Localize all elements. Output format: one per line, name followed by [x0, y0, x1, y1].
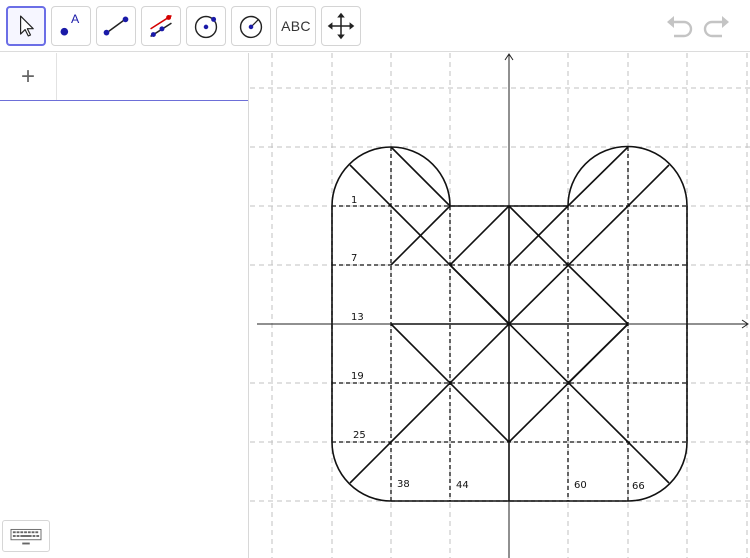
move-graphics-view-tool-button[interactable] [321, 6, 361, 46]
axes [257, 53, 749, 558]
point-tool-button[interactable]: A [51, 6, 91, 46]
circle-center-point-tool-button[interactable] [186, 6, 226, 46]
move-arrows-icon [327, 12, 355, 40]
add-item-button[interactable]: + [0, 53, 57, 100]
graphics-canvas[interactable]: 1 7 13 19 25 38 44 60 66 [250, 53, 750, 558]
label-44: 44 [456, 480, 469, 491]
keyboard-icon [10, 528, 42, 545]
move-tool-button[interactable] [6, 6, 46, 46]
label-38: 38 [397, 479, 410, 490]
text-tool-button[interactable]: ABC [276, 6, 316, 46]
undo-icon [667, 16, 693, 38]
circle-point-icon [194, 15, 218, 39]
circle-radius-icon [239, 15, 263, 39]
redo-button[interactable] [700, 10, 732, 42]
text-tool-label: ABC [281, 18, 311, 34]
redo-icon [703, 16, 729, 38]
point-icon: A [60, 12, 80, 36]
toolbar: A ABC [0, 0, 750, 52]
segment-tool-button[interactable] [96, 6, 136, 46]
label-7: 7 [351, 253, 357, 264]
algebra-view: + [0, 53, 249, 558]
label-60: 60 [574, 480, 587, 491]
undo-button[interactable] [664, 10, 696, 42]
keyboard-toggle-button[interactable] [2, 520, 50, 552]
circle-radius-tool-button[interactable] [231, 6, 271, 46]
point-tool-letter: A [71, 12, 80, 26]
graphics-view[interactable]: 1 7 13 19 25 38 44 60 66 [250, 53, 750, 558]
label-1: 1 [351, 195, 357, 206]
grid [250, 53, 750, 558]
label-19: 19 [351, 371, 364, 382]
cursor-arrow-icon [20, 15, 34, 37]
segment-icon [103, 16, 129, 36]
label-13: 13 [351, 312, 364, 323]
parallel-line-icon [150, 14, 172, 38]
algebra-input-row[interactable]: + [0, 53, 248, 101]
label-25: 25 [353, 430, 366, 441]
perpendicular-line-tool-button[interactable] [141, 6, 181, 46]
label-66: 66 [632, 481, 645, 492]
